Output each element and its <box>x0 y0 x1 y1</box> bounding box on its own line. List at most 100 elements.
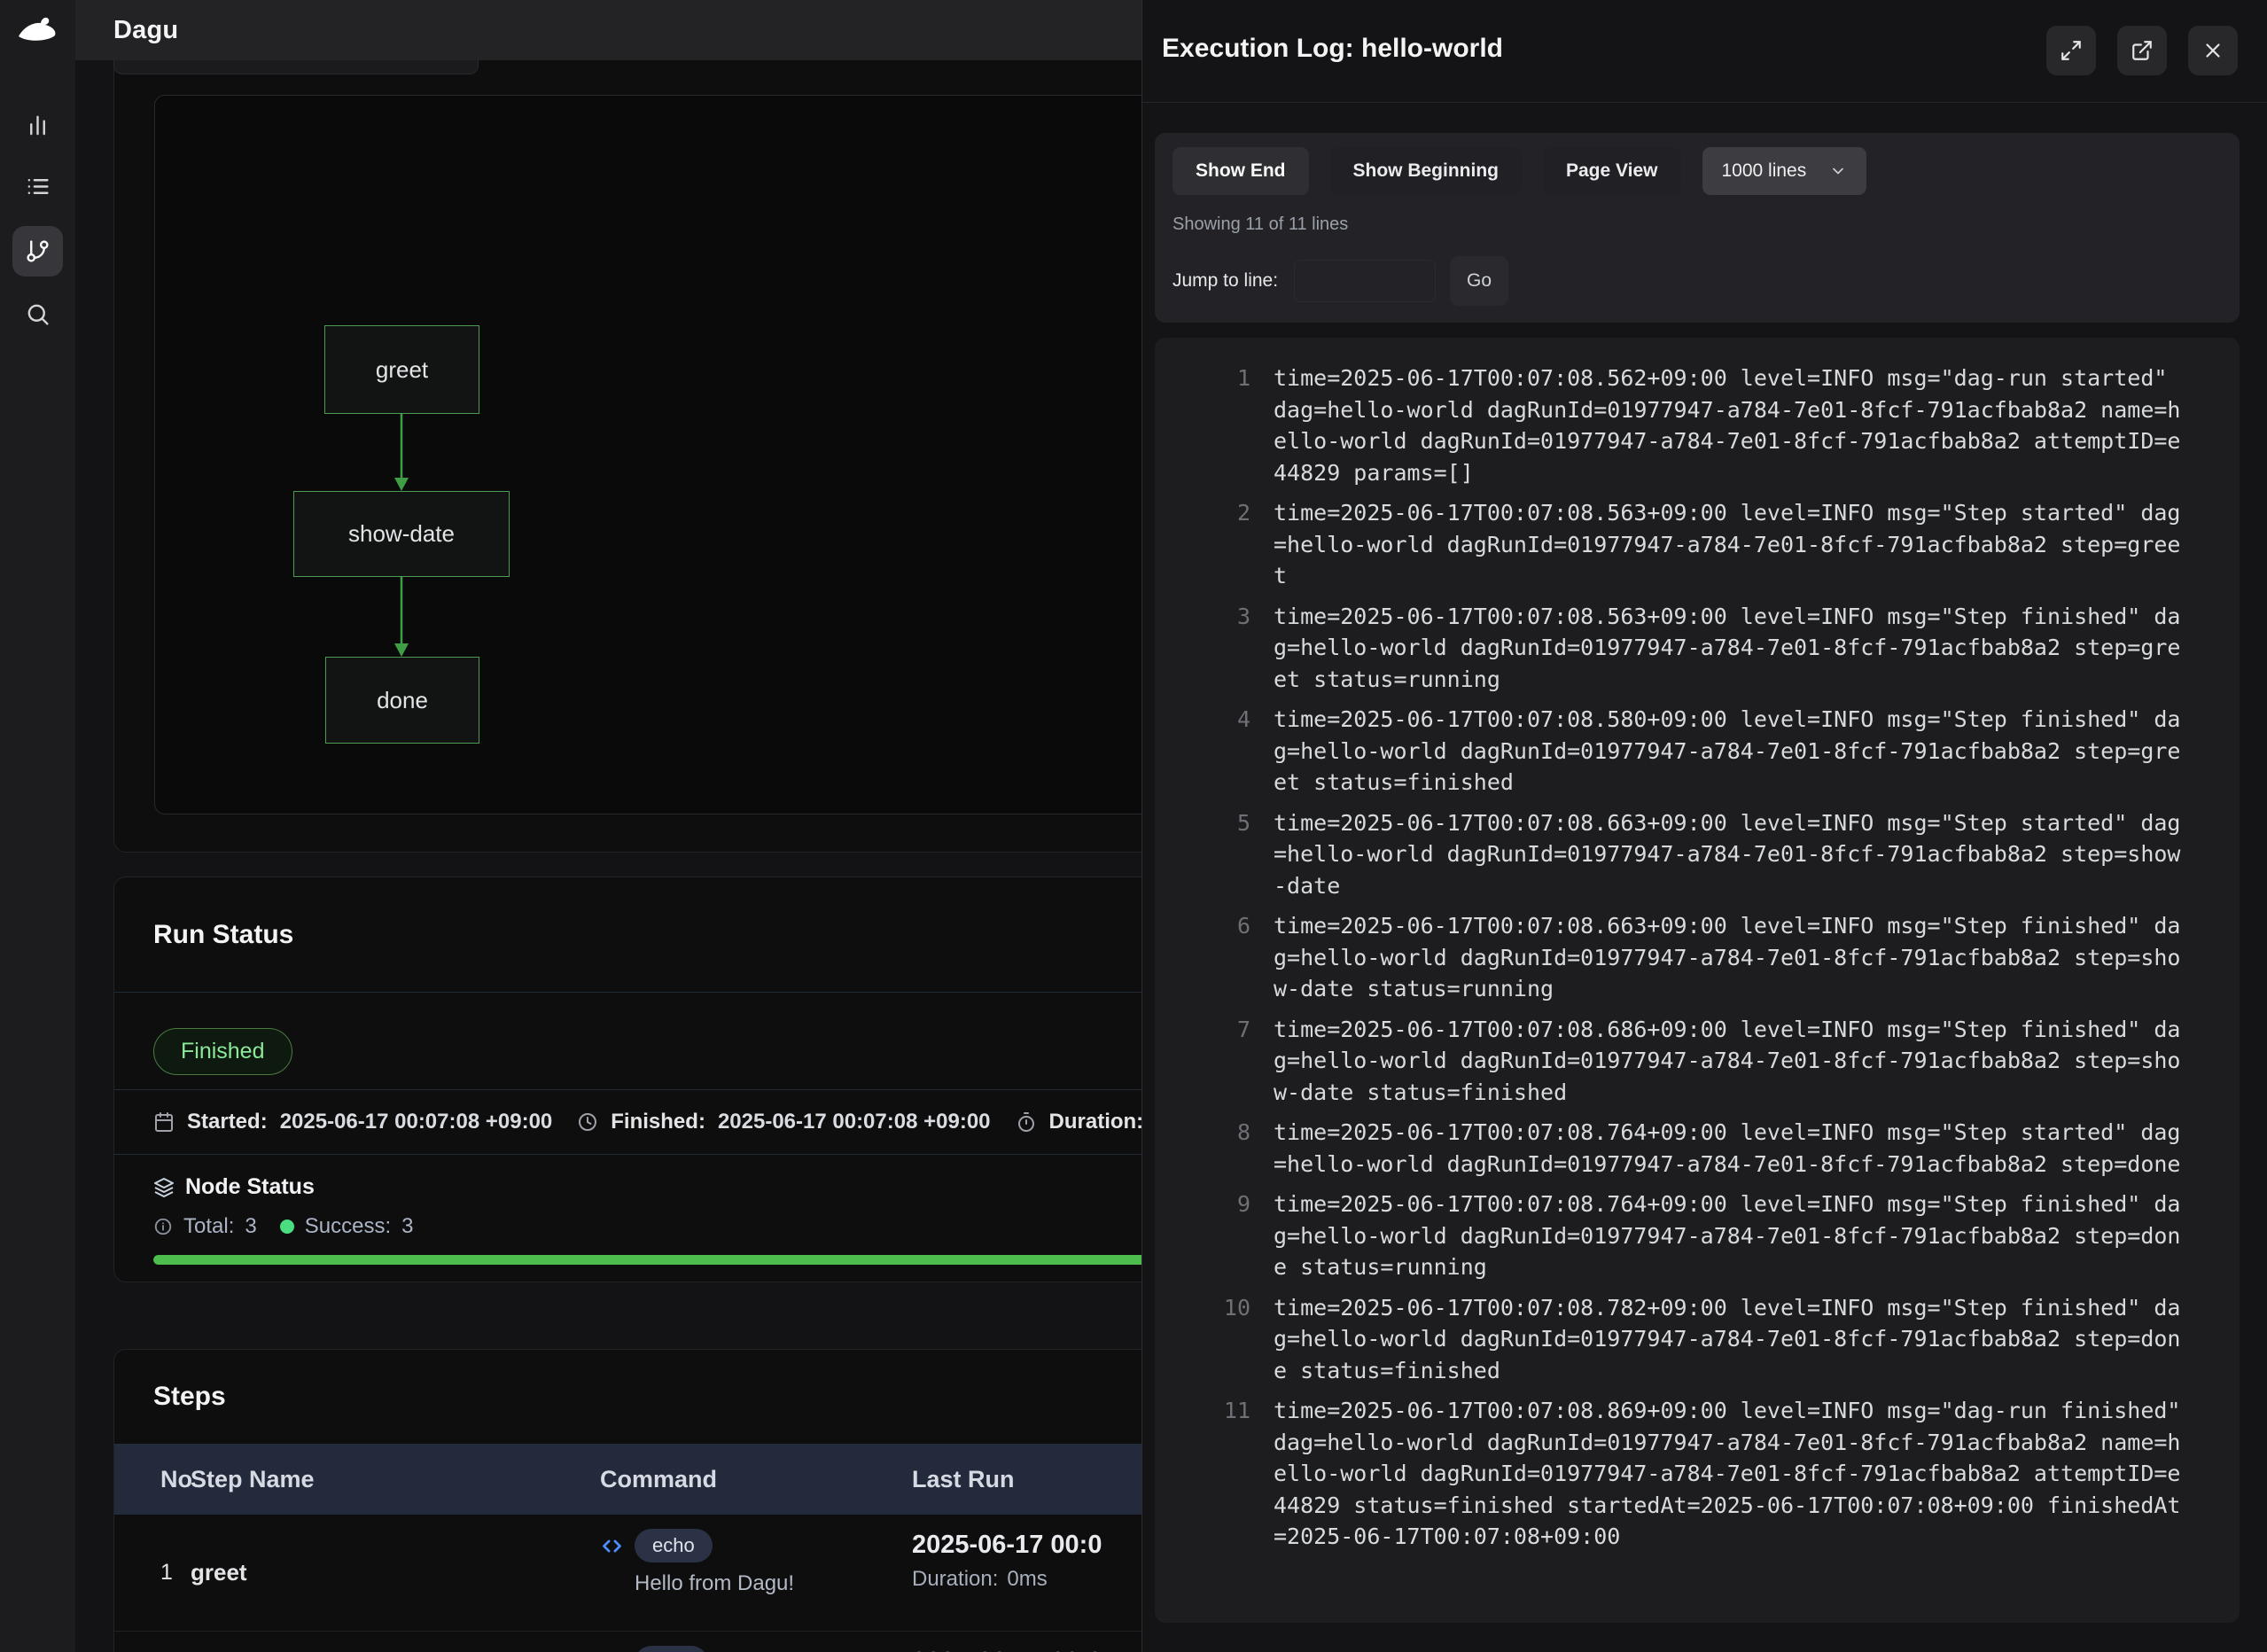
clock-icon <box>577 1111 598 1133</box>
timer-icon <box>1016 1111 1037 1133</box>
duration-label: Duration: <box>912 1567 998 1591</box>
column-command: Command <box>600 1466 912 1493</box>
code-brackets-icon <box>600 1534 624 1558</box>
log-line-text: time=2025-06-17T00:07:08.764+09:00 level… <box>1274 1117 2182 1180</box>
command-badge: echo <box>635 1529 713 1562</box>
success-dot-icon <box>280 1220 294 1234</box>
graph-node-show-date[interactable]: show-date <box>293 491 510 577</box>
page-view-button[interactable]: Page View <box>1543 147 1681 195</box>
log-line-number: 5 <box>1185 807 1250 902</box>
app-title: Dagu <box>113 16 178 45</box>
duration-label: Duration: <box>1049 1110 1144 1134</box>
execution-log-header: Execution Log: hello-world <box>1142 0 2267 103</box>
log-line-number: 11 <box>1185 1395 1250 1553</box>
finished-value: 2025-06-17 00:07:08 +09:00 <box>718 1110 991 1134</box>
log-controls-card: Show End Show Beginning Page View 1000 l… <box>1155 133 2240 323</box>
git-branch-icon <box>25 238 51 264</box>
log-entry: 11 time=2025-06-17T00:07:08.869+09:00 le… <box>1185 1395 2240 1553</box>
step-no: 1 <box>114 1515 183 1631</box>
show-beginning-button[interactable]: Show Beginning <box>1330 147 1522 195</box>
log-line-number: 2 <box>1185 497 1250 592</box>
step-command-cell: date <box>600 1632 912 1652</box>
total-value: 3 <box>245 1214 256 1239</box>
log-line-number: 7 <box>1185 1014 1250 1109</box>
showing-lines-status: Showing 11 of 11 lines <box>1172 214 2222 235</box>
maximize-icon <box>2060 39 2083 62</box>
execution-log-title: Execution Log: hello-world <box>1162 34 1503 64</box>
step-command-cell: echo Hello from Dagu! <box>600 1515 912 1631</box>
dagu-logo-icon[interactable] <box>16 12 58 50</box>
log-line-text: time=2025-06-17T00:07:08.563+09:00 level… <box>1274 497 2182 592</box>
status-badge: Finished <box>153 1028 292 1075</box>
total-label: Total: <box>183 1214 234 1239</box>
open-in-new-button[interactable] <box>2117 26 2167 75</box>
success-value: 3 <box>401 1214 413 1239</box>
log-line-text: time=2025-06-17T00:07:08.869+09:00 level… <box>1274 1395 2182 1553</box>
log-line-number: 9 <box>1185 1188 1250 1283</box>
close-icon <box>2201 39 2224 62</box>
log-line-text: time=2025-06-17T00:07:08.686+09:00 level… <box>1274 1014 2182 1109</box>
lines-count-select[interactable]: 1000 lines <box>1702 147 1867 195</box>
log-line-number: 8 <box>1185 1117 1250 1180</box>
log-line-text: time=2025-06-17T00:07:08.563+09:00 level… <box>1274 601 2182 696</box>
log-line-text: time=2025-06-17T00:07:08.580+09:00 level… <box>1274 704 2182 799</box>
duration-value: 0ms <box>1007 1567 1047 1591</box>
log-entry: 8 time=2025-06-17T00:07:08.764+09:00 lev… <box>1185 1117 2240 1180</box>
run-status-title: Run Status <box>153 920 293 950</box>
layers-icon <box>153 1177 175 1198</box>
app-root: Dagu greet show-date done Run Status Fin… <box>0 0 2267 1652</box>
column-no: No <box>114 1466 183 1493</box>
log-entry: 5 time=2025-06-17T00:07:08.663+09:00 lev… <box>1185 807 2240 902</box>
steps-title: Steps <box>153 1382 226 1412</box>
sidebar-item-dag-list[interactable] <box>12 161 63 212</box>
sidebar <box>0 0 75 1652</box>
execution-log-panel: Execution Log: hello-world Show End Show… <box>1141 0 2267 1652</box>
expand-button[interactable] <box>2046 26 2096 75</box>
log-line-text: time=2025-06-17T00:07:08.663+09:00 level… <box>1274 910 2182 1005</box>
finished-label: Finished: <box>611 1110 705 1134</box>
log-entry: 9 time=2025-06-17T00:07:08.764+09:00 lev… <box>1185 1188 2240 1283</box>
info-icon <box>153 1217 173 1236</box>
log-line-number: 1 <box>1185 362 1250 488</box>
log-entry: 6 time=2025-06-17T00:07:08.663+09:00 lev… <box>1185 910 2240 1005</box>
log-entry: 7 time=2025-06-17T00:07:08.686+09:00 lev… <box>1185 1014 2240 1109</box>
log-line-text: time=2025-06-17T00:07:08.562+09:00 level… <box>1274 362 2182 488</box>
log-line-text: time=2025-06-17T00:07:08.782+09:00 level… <box>1274 1292 2182 1387</box>
step-no: 2 <box>114 1632 183 1652</box>
log-line-number: 10 <box>1185 1292 1250 1387</box>
jump-to-line-input[interactable] <box>1294 260 1436 302</box>
step-name: greet <box>183 1515 600 1631</box>
started-value: 2025-06-17 00:07:08 +09:00 <box>280 1110 553 1134</box>
jump-to-line-label: Jump to line: <box>1172 270 1278 292</box>
go-button[interactable]: Go <box>1450 256 1508 306</box>
graph-node-greet[interactable]: greet <box>324 325 479 414</box>
column-step-name: Step Name <box>183 1466 600 1493</box>
log-line-number: 6 <box>1185 910 1250 1005</box>
close-button[interactable] <box>2188 26 2238 75</box>
sidebar-item-dag-runs[interactable] <box>12 226 63 277</box>
step-name: show-date <box>183 1632 600 1652</box>
calendar-icon <box>153 1111 175 1133</box>
lines-count-value: 1000 lines <box>1722 160 1807 182</box>
node-status-title: Node Status <box>185 1174 315 1200</box>
log-line-text: time=2025-06-17T00:07:08.663+09:00 level… <box>1274 807 2182 902</box>
log-entry: 1 time=2025-06-17T00:07:08.562+09:00 lev… <box>1185 362 2240 488</box>
bar-chart-icon <box>25 113 51 138</box>
chevron-down-icon <box>1829 162 1847 180</box>
show-end-button[interactable]: Show End <box>1172 147 1309 195</box>
log-entry: 4 time=2025-06-17T00:07:08.580+09:00 lev… <box>1185 704 2240 799</box>
command-badge: date <box>635 1646 708 1652</box>
log-content-card[interactable]: 1 time=2025-06-17T00:07:08.562+09:00 lev… <box>1155 338 2240 1623</box>
log-entry: 2 time=2025-06-17T00:07:08.563+09:00 lev… <box>1185 497 2240 592</box>
sidebar-item-search[interactable] <box>12 289 63 339</box>
log-entry: 3 time=2025-06-17T00:07:08.563+09:00 lev… <box>1185 601 2240 696</box>
search-icon <box>25 301 51 327</box>
log-line-text: time=2025-06-17T00:07:08.764+09:00 level… <box>1274 1188 2182 1283</box>
sidebar-item-dashboard[interactable] <box>12 100 63 151</box>
node-label: show-date <box>348 520 455 548</box>
log-entry: 10 time=2025-06-17T00:07:08.782+09:00 le… <box>1185 1292 2240 1387</box>
node-label: done <box>377 687 428 714</box>
command-args: Hello from Dagu! <box>635 1571 912 1596</box>
list-icon <box>25 174 51 199</box>
graph-node-done[interactable]: done <box>325 657 479 744</box>
